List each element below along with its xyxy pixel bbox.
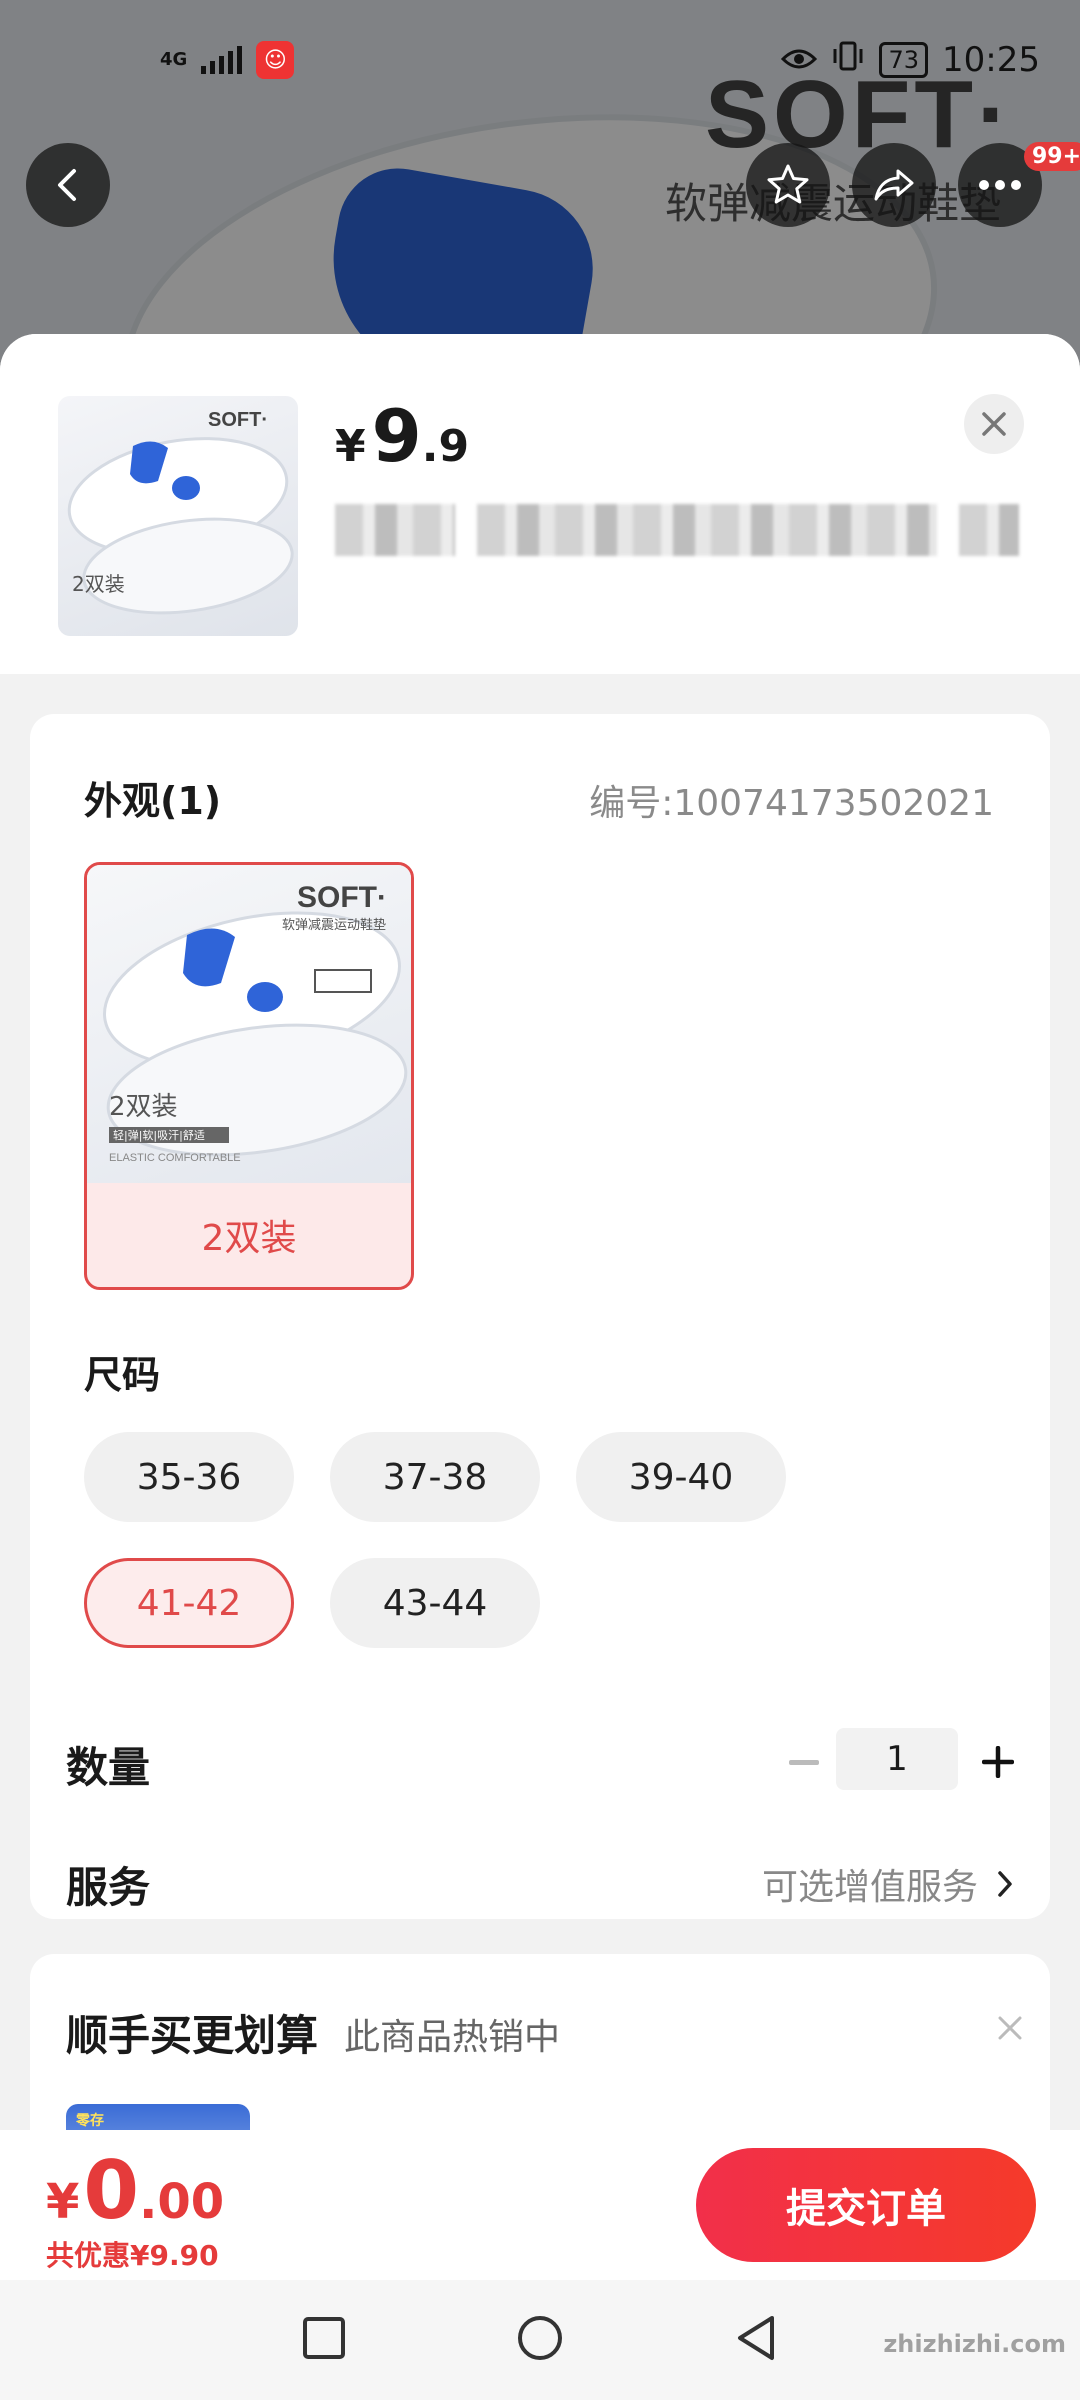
minus-icon [789,1760,819,1765]
circle-icon [518,2316,562,2360]
size-option-43-44[interactable]: 43-44 [330,1558,540,1648]
vibrate-icon [831,39,865,82]
svg-text:ELASTIC COMFORTABLE: ELASTIC COMFORTABLE [109,1152,241,1164]
back-nav-button[interactable] [734,2314,778,2366]
bundle-deal-close-button[interactable] [990,2008,1030,2048]
spec-card: 外观(1) 编号:10074173502021 SOFT· 软弹减震运动鞋垫 2… [30,714,1050,1919]
size-option-37-38[interactable]: 37-38 [330,1432,540,1522]
quantity-input[interactable]: 1 [836,1728,958,1790]
blurred-product-title [335,504,1035,556]
svg-text:SOFT·: SOFT· [208,409,268,431]
svg-text:软弹减震运动鞋垫: 软弹减震运动鞋垫 [282,917,386,933]
sheet-header: SOFT· 2双装 ¥ 9 .9 [0,334,1080,674]
back-button[interactable] [26,143,110,227]
network-type: 4G [160,49,188,70]
svg-text:轻|弹|软|吸汗|舒适: 轻|弹|软|吸汗|舒适 [113,1128,205,1142]
plus-icon [982,1746,1014,1778]
svg-text:SOFT·: SOFT· [297,881,387,914]
eye-icon [781,40,818,80]
variant-label: 2双装 [201,1218,297,1259]
size-title: 尺码 [84,1353,161,1397]
chevron-right-icon [998,1871,1012,1897]
size-option-39-40[interactable]: 39-40 [576,1432,786,1522]
triangle-back-icon [738,2316,774,2360]
close-icon [998,2016,1022,2040]
battery-indicator: 73 [879,42,929,78]
message-count-badge: 99+ [1024,142,1080,171]
svg-text:2双装: 2双装 [109,1092,178,1122]
bundle-deal-title: 顺手买更划算 [66,2011,319,2060]
size-option-41-42[interactable]: 41-42 [84,1558,294,1648]
quantity-decrease-button[interactable] [774,1738,834,1788]
signal-icon [201,46,243,74]
product-code: 编号:10074173502021 [589,783,994,824]
status-bar: 4G ☺ 73 10:25 [0,0,1080,120]
share-button[interactable] [852,143,936,227]
sku-selector-sheet: SOFT· 2双装 ¥ 9 .9 外观(1) 编号:10074173502021 [0,334,1080,2400]
close-sheet-button[interactable] [964,394,1024,454]
size-option-35-36[interactable]: 35-36 [84,1432,294,1522]
appearance-title: 外观(1) [84,779,222,823]
service-selector[interactable]: 可选增值服务 [762,1858,1014,1910]
share-icon [874,169,914,201]
service-value: 可选增值服务 [761,1867,978,1908]
variant-image: SOFT· 软弹减震运动鞋垫 2双装 轻|弹|软|吸汗|舒适 ELASTIC C… [87,865,411,1183]
svg-text:2双装: 2双装 [72,572,125,596]
star-icon [767,164,809,204]
bundle-deal-subtitle: 此商品热销中 [344,2017,561,2058]
submit-order-button[interactable]: 提交订单 [696,2148,1036,2262]
close-icon [982,412,1006,436]
more-dots-icon [979,180,1021,190]
sku-price: ¥ 9 .9 [335,394,470,478]
quantity-label: 数量 [66,1743,151,1792]
product-thumbnail[interactable]: SOFT· 2双装 [58,396,298,636]
chevron-left-icon [58,169,76,201]
square-icon [303,2317,345,2359]
payable-price: ¥ 0 .00 [46,2144,225,2237]
service-label: 服务 [66,1863,151,1912]
variant-option-2-pack[interactable]: SOFT· 软弹减震运动鞋垫 2双装 轻|弹|软|吸汗|舒适 ELASTIC C… [84,862,414,1290]
favorite-button[interactable] [746,143,830,227]
quantity-increase-button[interactable] [970,1734,1026,1790]
home-button[interactable] [516,2314,564,2366]
discount-total: 共优惠¥9.90 [46,2239,219,2272]
app-notification-icon: ☺ [256,41,295,79]
recent-apps-button[interactable] [302,2316,346,2364]
checkout-bar: ¥ 0 .00 共优惠¥9.90 提交订单 [0,2130,1080,2280]
watermark: zhizhizhi.com [883,2330,1066,2358]
clock: 10:25 [942,40,1040,80]
